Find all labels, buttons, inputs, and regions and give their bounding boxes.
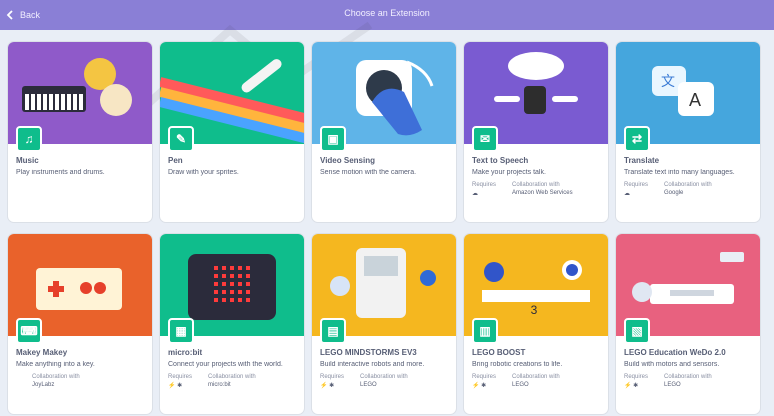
extension-card[interactable]: ✎ Pen Draw with your sprites. bbox=[160, 42, 304, 222]
extension-card[interactable]: ▤ LEGO MINDSTORMS EV3 Build interactive ro… bbox=[312, 234, 456, 414]
extension-name: Translate bbox=[624, 156, 660, 165]
extension-name: micro:bit bbox=[168, 348, 203, 357]
meta-column: Collaboration with Amazon Web Services bbox=[512, 182, 573, 197]
extension-meta: Requires ⚡ ✱ Collaboration with LEGO bbox=[472, 374, 600, 389]
meta-label: Collaboration with bbox=[360, 374, 408, 380]
meta-value: ⚡ ✱ bbox=[472, 383, 487, 389]
meta-value: ⚡ ✱ bbox=[168, 383, 183, 389]
extension-meta: Collaboration with JoyLabz bbox=[16, 374, 144, 388]
meta-column: Collaboration with Google bbox=[664, 182, 712, 197]
meta-label: Collaboration with bbox=[664, 374, 712, 380]
extension-meta: Requires ☁ Collaboration with Google bbox=[624, 182, 752, 197]
extension-info: LEGO Education WeDo 2.0 Build with motors… bbox=[616, 336, 760, 395]
extension-description: Play instruments and drums. bbox=[16, 169, 105, 176]
music-note-icon: ♫ bbox=[16, 126, 42, 152]
meta-value: micro:bit bbox=[208, 382, 231, 388]
page-title: Choose an Extension bbox=[344, 8, 430, 18]
keyboard-icon: ⌨ bbox=[16, 318, 42, 344]
meta-label: Requires bbox=[168, 374, 193, 380]
meta-column: Requires ⚡ ✱ bbox=[624, 374, 648, 389]
ev3-brick-icon: ▤ bbox=[320, 318, 346, 344]
meta-label: Collaboration with bbox=[512, 182, 560, 188]
speech-bubble-icon: ✉ bbox=[472, 126, 498, 152]
meta-label: Collaboration with bbox=[32, 374, 80, 380]
meta-column: Requires ⚡ ✱ bbox=[168, 374, 192, 389]
wedo-hub-icon: ▧ bbox=[624, 318, 650, 344]
meta-label: Requires bbox=[320, 374, 345, 380]
extension-name: Makey Makey bbox=[16, 348, 68, 357]
extension-description: Translate text into many languages. bbox=[624, 169, 735, 176]
extension-name: Video Sensing bbox=[320, 156, 375, 165]
extension-card[interactable]: ⌨ Makey Makey Make anything into a key. Col… bbox=[8, 234, 152, 414]
extension-name: Music bbox=[16, 156, 39, 165]
meta-value: Amazon Web Services bbox=[512, 190, 573, 196]
meta-column: Requires ☁ bbox=[472, 182, 496, 197]
extension-description: Sense motion with the camera. bbox=[320, 169, 417, 176]
extension-card[interactable]: A 文 ⇄ Translate Translate text into many l… bbox=[616, 42, 760, 222]
meta-column: Collaboration with LEGO bbox=[512, 374, 560, 389]
meta-column: Collaboration with JoyLabz bbox=[32, 374, 80, 388]
meta-value: JoyLabz bbox=[32, 382, 55, 388]
extension-info: LEGO MINDSTORMS EV3 Build interactive rob… bbox=[312, 336, 456, 395]
extension-info: micro:bit Connect your projects with the … bbox=[160, 336, 304, 395]
meta-value: ☁ bbox=[624, 191, 630, 197]
extension-card[interactable]: 3 ▥ LEGO BOOST Bring robotic creations to … bbox=[464, 234, 608, 414]
svg-text:文: 文 bbox=[661, 73, 675, 89]
microbit-icon: ▦ bbox=[168, 318, 194, 344]
extension-card[interactable]: ▣ Video Sensing Sense motion with the came… bbox=[312, 42, 456, 222]
extension-info: Translate Translate text into many langua… bbox=[616, 144, 760, 203]
meta-value: LEGO bbox=[360, 382, 377, 388]
extension-info: LEGO BOOST Bring robotic creations to lif… bbox=[464, 336, 608, 395]
pen-icon: ✎ bbox=[168, 126, 194, 152]
extension-name: LEGO MINDSTORMS EV3 bbox=[320, 348, 417, 357]
boost-hub-icon: ▥ bbox=[472, 318, 498, 344]
extension-card[interactable]: ✉ Text to Speech Make your projects talk. R… bbox=[464, 42, 608, 222]
meta-label: Requires bbox=[472, 374, 497, 380]
meta-value: LEGO bbox=[512, 382, 529, 388]
extension-name: Text to Speech bbox=[472, 156, 529, 165]
meta-label: Collaboration with bbox=[664, 182, 712, 188]
extension-description: Build with motors and sensors. bbox=[624, 361, 720, 368]
meta-column: Requires ⚡ ✱ bbox=[320, 374, 344, 389]
meta-value: Google bbox=[664, 190, 684, 196]
extension-card[interactable]: ♫ Music Play instruments and drums. bbox=[8, 42, 152, 222]
extension-description: Bring robotic creations to life. bbox=[472, 361, 563, 368]
extension-meta: Requires ⚡ ✱ Collaboration with LEGO bbox=[624, 374, 752, 389]
meta-value: ☁ bbox=[472, 191, 478, 197]
translate-icon: ⇄ bbox=[624, 126, 650, 152]
extension-description: Connect your projects with the world. bbox=[168, 361, 283, 368]
meta-column: Collaboration with micro:bit bbox=[208, 374, 256, 389]
extension-description: Make your projects talk. bbox=[472, 169, 546, 176]
meta-column: Collaboration with LEGO bbox=[360, 374, 408, 389]
meta-label: Collaboration with bbox=[208, 374, 256, 380]
meta-value: ⚡ ✱ bbox=[320, 383, 335, 389]
meta-label: Requires bbox=[624, 182, 649, 188]
extension-grid: ♫ Music Play instruments and drums. ✎ Pen Dr… bbox=[8, 42, 760, 414]
extension-name: LEGO BOOST bbox=[472, 348, 526, 357]
extension-card[interactable]: ▦ micro:bit Connect your projects with the… bbox=[160, 234, 304, 414]
svg-text:3: 3 bbox=[531, 303, 538, 317]
meta-column: Collaboration with LEGO bbox=[664, 374, 712, 389]
meta-value: ⚡ ✱ bbox=[624, 383, 639, 389]
header-bar: Back Choose an Extension bbox=[0, 0, 774, 30]
extension-name: LEGO Education WeDo 2.0 bbox=[624, 348, 726, 357]
extension-meta: Requires ☁ Collaboration with Amazon Web Se… bbox=[472, 182, 600, 197]
extension-card[interactable]: ▧ LEGO Education WeDo 2.0 Build with motor… bbox=[616, 234, 760, 414]
extension-description: Build interactive robots and more. bbox=[320, 361, 425, 368]
extension-info: Makey Makey Make anything into a key. Coll… bbox=[8, 336, 152, 394]
meta-column: Requires ⚡ ✱ bbox=[472, 374, 496, 389]
video-camera-icon: ▣ bbox=[320, 126, 346, 152]
extension-description: Make anything into a key. bbox=[16, 361, 95, 368]
meta-label: Requires bbox=[472, 182, 497, 188]
extension-meta: Requires ⚡ ✱ Collaboration with micro:bit bbox=[168, 374, 296, 389]
svg-text:A: A bbox=[689, 90, 701, 110]
meta-column: Requires ☁ bbox=[624, 182, 648, 197]
extension-info: Text to Speech Make your projects talk. Re… bbox=[464, 144, 608, 203]
extension-name: Pen bbox=[168, 156, 183, 165]
meta-label: Requires bbox=[624, 374, 649, 380]
extension-meta: Requires ⚡ ✱ Collaboration with LEGO bbox=[320, 374, 448, 389]
extension-description: Draw with your sprites. bbox=[168, 169, 239, 176]
meta-label: Collaboration with bbox=[512, 374, 560, 380]
meta-value: LEGO bbox=[664, 382, 681, 388]
